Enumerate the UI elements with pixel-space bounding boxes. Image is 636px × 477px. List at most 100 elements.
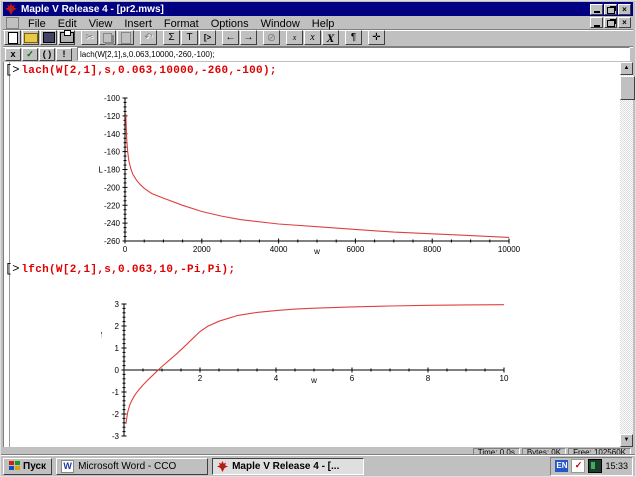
forward-arrow-icon: → <box>244 33 254 43</box>
sum-button[interactable]: Σ <box>163 30 180 45</box>
menu-window[interactable]: Window <box>255 18 306 30</box>
svg-text:6: 6 <box>350 374 355 383</box>
menu-help[interactable]: Help <box>306 18 341 30</box>
x-medium-button[interactable]: x <box>304 30 321 45</box>
paste-button[interactable] <box>117 30 134 45</box>
forward-arrow-button[interactable]: → <box>240 30 257 45</box>
parentheses-button[interactable]: ( ) <box>39 48 55 61</box>
stop-button[interactable]: ⊘ <box>263 30 280 45</box>
child-restore-button[interactable] <box>604 17 617 28</box>
child-close-button[interactable]: × <box>618 17 631 28</box>
command-input[interactable] <box>77 47 630 61</box>
menu-view[interactable]: View <box>83 18 119 30</box>
svg-text:L: L <box>99 166 104 175</box>
paste-icon <box>121 32 131 44</box>
restore-button[interactable] <box>604 4 617 15</box>
tray-icon-1[interactable]: ✓ <box>571 459 585 473</box>
child-minimize-button[interactable] <box>590 17 603 28</box>
svg-text:6000: 6000 <box>347 245 365 254</box>
input-line-2[interactable]: [> lfch(W[2,1],s,0.063,10,-Pi,Pi); <box>5 262 235 276</box>
open-icon <box>24 33 38 43</box>
svg-text:2: 2 <box>115 322 120 331</box>
save-button[interactable] <box>40 30 57 45</box>
start-button[interactable]: Пуск <box>3 458 52 475</box>
svg-text:8: 8 <box>426 374 431 383</box>
accept-input-button[interactable]: ✓ <box>22 48 38 61</box>
new-document-button[interactable] <box>4 30 21 45</box>
scroll-down-button[interactable]: ▼ <box>620 434 633 447</box>
child-restore-icon <box>607 20 615 27</box>
open-button[interactable] <box>22 30 39 45</box>
menu-insert[interactable]: Insert <box>118 18 158 30</box>
vertical-scrollbar[interactable]: ▲ ▼ <box>620 62 633 447</box>
restore-icon <box>607 7 615 14</box>
context-bar: x ✓ ( ) ! <box>3 47 633 61</box>
pilcrow-icon: ¶ <box>351 33 356 43</box>
maple-leaf-icon <box>5 3 17 15</box>
close-button[interactable]: × <box>618 4 631 15</box>
svg-text:-220: -220 <box>104 201 121 210</box>
execute-button[interactable]: ! <box>56 48 72 61</box>
maple-prompt-button[interactable]: [> <box>199 30 216 45</box>
taskbar-item-word[interactable]: W Microsoft Word - CCO <box>56 458 208 475</box>
scrollbar-thumb[interactable] <box>620 76 635 100</box>
svg-text:0: 0 <box>115 366 120 375</box>
pilcrow-button[interactable]: ¶ <box>345 30 362 45</box>
svg-text:-180: -180 <box>104 166 121 175</box>
toolbar: ✂↶ΣT[>←→⊘xxX¶✛ <box>3 29 633 47</box>
command-text-lfch[interactable]: lfch(W[2,1],s,0.063,10,-Pi,Pi); <box>21 264 235 276</box>
svg-text:-120: -120 <box>104 112 121 121</box>
x-small-button[interactable]: x <box>286 30 303 45</box>
undo-icon: ↶ <box>144 33 152 43</box>
lfch-plot[interactable]: 246810-3-2-10123wf <box>101 284 541 446</box>
svg-text:10: 10 <box>500 374 509 383</box>
copy-button[interactable] <box>99 30 116 45</box>
lach-plot[interactable]: 0200040006000800010000-260-240-220-200-1… <box>93 85 543 260</box>
svg-text:w: w <box>310 376 317 385</box>
svg-text:w: w <box>313 247 320 256</box>
taskbar-item-maple[interactable]: Maple V Release 4 - [... <box>212 458 364 475</box>
start-label: Пуск <box>23 461 46 472</box>
maple-window: Maple V Release 4 - [pr2.mws] × FileEdit… <box>0 0 636 477</box>
scroll-up-button[interactable]: ▲ <box>620 62 633 75</box>
svg-text:-2: -2 <box>112 410 120 419</box>
worksheet-margin-line <box>9 62 10 447</box>
language-indicator[interactable]: EN <box>555 460 568 472</box>
back-arrow-button[interactable]: ← <box>222 30 239 45</box>
print-icon <box>60 32 74 43</box>
maple-prompt-icon: [> <box>204 33 211 43</box>
tray-icon-2[interactable] <box>588 459 602 473</box>
back-arrow-icon: ← <box>226 33 236 43</box>
minimize-icon <box>594 11 600 13</box>
clock: 15:33 <box>605 461 628 471</box>
print-button[interactable] <box>58 30 75 45</box>
svg-text:-260: -260 <box>104 237 121 246</box>
cut-icon: ✂ <box>85 33 93 43</box>
minimize-button[interactable] <box>590 4 603 15</box>
x-large-button[interactable]: X <box>322 30 339 45</box>
windows-logo-icon <box>9 461 20 471</box>
menu-options[interactable]: Options <box>205 18 255 30</box>
svg-text:2000: 2000 <box>193 245 211 254</box>
cancel-input-button[interactable]: x <box>5 48 21 61</box>
input-line-1[interactable]: [> lach(W[2,1],s,0.063,10000,-260,-100); <box>5 63 277 77</box>
menu-format[interactable]: Format <box>158 18 205 30</box>
svg-text:-140: -140 <box>104 130 121 139</box>
command-text-lach[interactable]: lach(W[2,1],s,0.063,10000,-260,-100); <box>21 65 276 77</box>
menu-edit[interactable]: Edit <box>52 18 83 30</box>
pan-button[interactable]: ✛ <box>368 30 385 45</box>
undo-button[interactable]: ↶ <box>140 30 157 45</box>
child-window-icon[interactable] <box>6 17 19 29</box>
cut-button[interactable]: ✂ <box>81 30 98 45</box>
svg-text:4000: 4000 <box>270 245 288 254</box>
maple-leaf-icon <box>217 461 228 472</box>
svg-text:4: 4 <box>274 374 279 383</box>
menu-file[interactable]: File <box>22 18 52 30</box>
taskbar: Пуск W Microsoft Word - CCO Maple V Rele… <box>1 455 635 476</box>
word-icon: W <box>61 460 74 473</box>
x-small-icon: x <box>293 33 297 43</box>
maple-prompt: [> <box>5 262 19 276</box>
x-large-icon: X <box>326 33 334 43</box>
pan-icon: ✛ <box>372 33 380 43</box>
text-mode-button[interactable]: T <box>181 30 198 45</box>
